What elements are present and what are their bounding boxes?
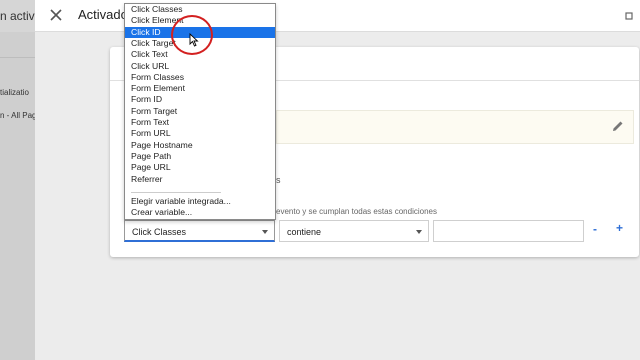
dropdown-item[interactable]: Form Text <box>125 117 275 128</box>
variable-select-value: Click Classes <box>132 227 187 237</box>
create-variable-item[interactable]: Crear variable... <box>125 207 275 218</box>
condition-description: evento y se cumplan todas estas condicio… <box>276 207 437 216</box>
background-text-fragment: n - All Pag <box>0 111 37 120</box>
add-condition-button[interactable]: + <box>616 221 623 235</box>
operator-select[interactable]: contiene <box>279 220 429 242</box>
dropdown-divider <box>131 192 221 193</box>
background-panel <box>0 0 35 360</box>
chevron-down-icon <box>416 230 422 234</box>
trigger-type-box[interactable] <box>276 110 634 144</box>
remove-condition-button[interactable]: - <box>593 222 597 236</box>
background-divider <box>0 57 35 58</box>
dropdown-item[interactable]: Page Path <box>125 151 275 162</box>
more-icon[interactable] <box>624 8 640 24</box>
dropdown-item[interactable]: Form URL <box>125 128 275 139</box>
variable-select[interactable]: Click Classes <box>124 220 275 242</box>
dropdown-item[interactable]: Form ID <box>125 94 275 105</box>
background-text-fragment: tializatio <box>0 88 29 97</box>
close-icon[interactable] <box>48 7 64 23</box>
dropdown-item[interactable]: Page Hostname <box>125 140 275 151</box>
dropdown-item[interactable]: Page URL <box>125 162 275 173</box>
operator-select-value: contiene <box>287 227 322 237</box>
value-input[interactable] <box>433 220 584 242</box>
choose-builtin-variable-item[interactable]: Elegir variable integrada... <box>125 196 275 207</box>
sheet-title[interactable]: Activado <box>78 7 128 22</box>
pencil-icon[interactable] <box>611 119 625 133</box>
cursor-icon <box>189 33 199 47</box>
option-label-fragment: s <box>276 175 281 185</box>
dropdown-item[interactable]: Form Target <box>125 106 275 117</box>
dropdown-item[interactable]: Referrer <box>125 174 275 185</box>
dropdown-item[interactable]: Click URL <box>125 61 275 72</box>
dropdown-item[interactable]: Form Element <box>125 83 275 94</box>
dropdown-item[interactable]: Click Classes <box>125 4 275 15</box>
dropdown-item[interactable]: Form Classes <box>125 72 275 83</box>
chevron-down-icon <box>262 230 268 234</box>
